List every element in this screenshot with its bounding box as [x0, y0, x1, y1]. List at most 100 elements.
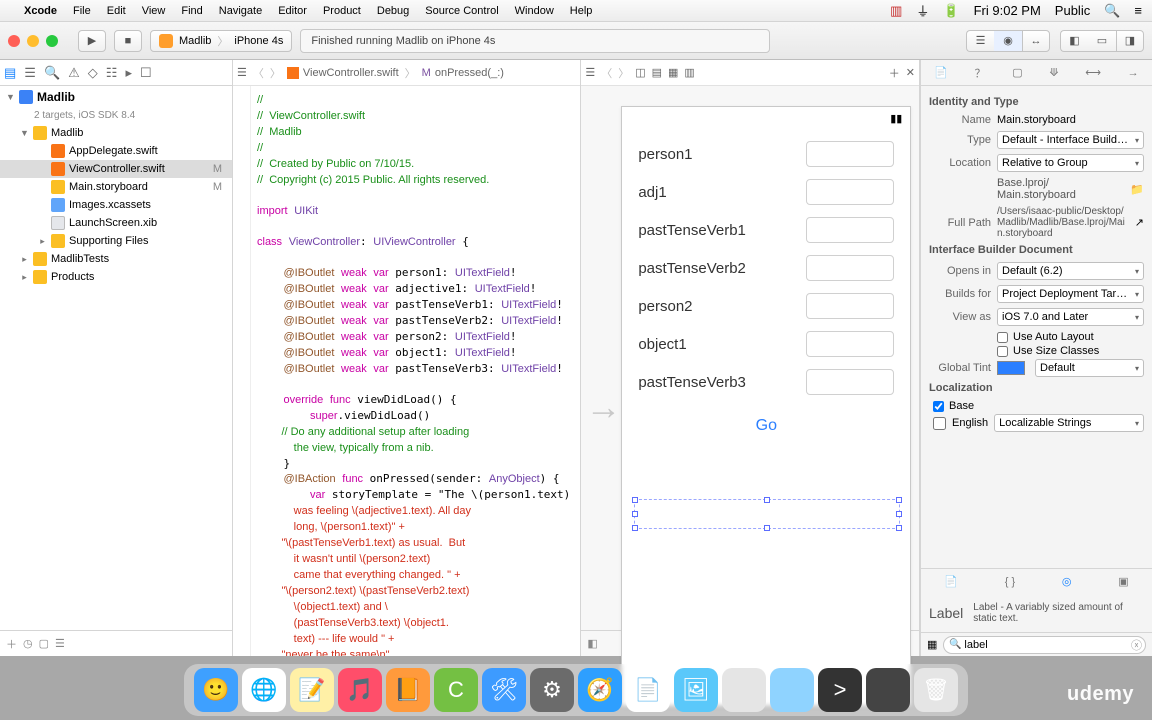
filter-scm-icon[interactable]: ▢	[39, 637, 49, 650]
select-viewas[interactable]: iOS 7.0 and Later	[997, 308, 1144, 326]
file-ViewController.swift[interactable]: ViewController.swiftM	[0, 160, 232, 178]
group-Products[interactable]: ▸Products	[0, 268, 232, 286]
reveal-finder-icon[interactable]: ↗	[1135, 216, 1144, 229]
forward-icon[interactable]: 〉	[270, 65, 281, 81]
dock-app-safari[interactable]: 🧭	[578, 668, 622, 712]
go-button[interactable]: Go	[622, 417, 910, 435]
nav-tab-breakpoint[interactable]: ▸	[125, 65, 132, 81]
select-buildsfor[interactable]: Project Deployment Tar…	[997, 285, 1144, 303]
stop-button[interactable]: ■	[114, 30, 142, 52]
nav-tab-find[interactable]: 🔍	[44, 65, 60, 81]
menu-debug[interactable]: Debug	[377, 5, 409, 17]
lib-tab-file[interactable]: 📄	[944, 575, 958, 588]
wifi-icon[interactable]: ⏚	[916, 1, 929, 20]
menu-help[interactable]: Help	[570, 5, 593, 17]
insp-tab-file[interactable]: 📄	[934, 66, 948, 79]
back-icon[interactable]: 〈	[253, 65, 264, 81]
project-root[interactable]: ▼Madlib	[0, 88, 232, 106]
toggle-navigator[interactable]: ◧	[1060, 30, 1088, 52]
assistant-forward-icon[interactable]: 〉	[618, 65, 629, 81]
lib-tab-code[interactable]: { }	[1005, 576, 1015, 588]
file-Images.xcassets[interactable]: Images.xcassets	[0, 196, 232, 214]
menu-source-control[interactable]: Source Control	[425, 5, 498, 17]
dock-app-preview[interactable]: 🖼	[674, 668, 718, 712]
related-items-icon[interactable]: ☰	[237, 66, 247, 79]
reveal-folder-icon[interactable]: 📁	[1130, 183, 1144, 196]
clear-filter-icon[interactable]: ⓧ	[1131, 637, 1142, 653]
menu-file[interactable]: File	[73, 5, 91, 17]
dock-app-chrome[interactable]: 🌐	[242, 668, 286, 712]
assistant-mode-icon[interactable]: ☰	[585, 66, 595, 79]
jumpbar-symbol[interactable]: MonPressed(_:)	[422, 67, 504, 79]
toggle-utilities[interactable]: ◨	[1116, 30, 1144, 52]
assistant-close-icon[interactable]: ✕	[906, 66, 915, 79]
select-type[interactable]: Default - Interface Build…	[997, 131, 1144, 149]
dock-app-trash[interactable]: 🗑	[914, 668, 958, 712]
file-LaunchScreen.xib[interactable]: LaunchScreen.xib	[0, 214, 232, 232]
lib-tab-object[interactable]: ◎	[1062, 575, 1072, 588]
dock-app-app1[interactable]	[722, 668, 766, 712]
dock-app-ibooks[interactable]: 📙	[386, 668, 430, 712]
dock-app-app2[interactable]	[770, 668, 814, 712]
dock-app-app3[interactable]	[866, 668, 910, 712]
window-minimize[interactable]	[27, 35, 39, 47]
dock-app-terminal[interactable]: >	[818, 668, 862, 712]
battery-icon[interactable]: 🔋	[943, 3, 959, 19]
interface-builder-canvas[interactable]: → ▮▮ person1adj1pastTenseVerb1pastTenseV…	[581, 86, 919, 656]
insp-tab-size[interactable]: ⟷	[1085, 66, 1101, 79]
notification-center-icon[interactable]: ≡	[1134, 3, 1142, 18]
clock[interactable]: Fri 9:02 PM	[974, 3, 1041, 18]
checkbox-sizeclasses[interactable]: Use Size Classes	[997, 345, 1144, 357]
select-english-type[interactable]: Localizable Strings	[994, 414, 1144, 432]
jumpbar-file[interactable]: ViewController.swift	[287, 67, 399, 79]
menu-window[interactable]: Window	[515, 5, 554, 17]
dock-app-notes[interactable]: 📝	[290, 668, 334, 712]
dock-app-xcode[interactable]: 🛠	[482, 668, 526, 712]
form-textfield[interactable]	[806, 331, 894, 357]
storyboard-scene[interactable]: ▮▮ person1adj1pastTenseVerb1pastTenseVer…	[621, 106, 911, 706]
select-globaltint[interactable]: Default	[1035, 359, 1144, 377]
insp-tab-quickhelp[interactable]: ？	[975, 65, 986, 81]
spotlight-icon[interactable]: 🔍	[1104, 3, 1120, 19]
editor-version[interactable]: ↔	[1022, 30, 1050, 52]
scheme-selector[interactable]: Madlib 〉 iPhone 4s	[150, 30, 292, 52]
user-menu[interactable]: Public	[1055, 3, 1090, 18]
grid-view-icon[interactable]: ▦	[927, 638, 937, 651]
document-outline-toggle-icon[interactable]: ◧	[587, 637, 597, 650]
lib-tab-media[interactable]: ▣	[1118, 575, 1128, 588]
file-AppDelegate.swift[interactable]: AppDelegate.swift	[0, 142, 232, 160]
dock-app-settings[interactable]: ⚙	[530, 668, 574, 712]
menu-navigate[interactable]: Navigate	[219, 5, 262, 17]
form-textfield[interactable]	[806, 369, 894, 395]
add-files-icon[interactable]: ＋	[6, 636, 17, 652]
source-editor[interactable]: // // ViewController.swift // Madlib // …	[233, 86, 580, 656]
library-filter-input[interactable]	[943, 636, 1146, 654]
group-Madlib[interactable]: ▼Madlib	[0, 124, 232, 142]
menu-edit[interactable]: Edit	[107, 5, 126, 17]
checkbox-autolayout[interactable]: Use Auto Layout	[997, 331, 1144, 343]
dock-app-camtasia[interactable]: C	[434, 668, 478, 712]
insp-tab-identity[interactable]: ▢	[1012, 66, 1022, 79]
form-textfield[interactable]	[806, 217, 894, 243]
insp-tab-connections[interactable]: →	[1128, 67, 1139, 79]
dock-app-textedit[interactable]: 📄	[626, 668, 670, 712]
checkbox-base[interactable]: Base	[933, 400, 1144, 412]
assistant-crumb-3[interactable]: ▥	[684, 66, 694, 79]
form-textfield[interactable]	[806, 179, 894, 205]
nav-tab-project[interactable]: ▤	[4, 65, 16, 81]
nav-tab-debug[interactable]: ☷	[106, 65, 118, 81]
form-textfield[interactable]	[806, 141, 894, 167]
form-textfield[interactable]	[806, 293, 894, 319]
group-MadlibTests[interactable]: ▸MadlibTests	[0, 250, 232, 268]
toggle-debug[interactable]: ▭	[1088, 30, 1116, 52]
editor-assistant[interactable]: ◉	[994, 30, 1022, 52]
file-Supporting Files[interactable]: ▸Supporting Files	[0, 232, 232, 250]
assistant-crumb-1[interactable]: ▤	[652, 66, 662, 79]
swatch-globaltint[interactable]	[997, 361, 1025, 375]
library-item-label[interactable]: Label Label - A variably sized amount of…	[921, 594, 1152, 632]
menu-find[interactable]: Find	[181, 5, 202, 17]
assistant-back-icon[interactable]: 〈	[601, 65, 612, 81]
checkbox-english[interactable]	[933, 417, 946, 430]
window-close[interactable]	[8, 35, 20, 47]
insp-tab-attributes[interactable]: ⟱	[1049, 66, 1058, 79]
